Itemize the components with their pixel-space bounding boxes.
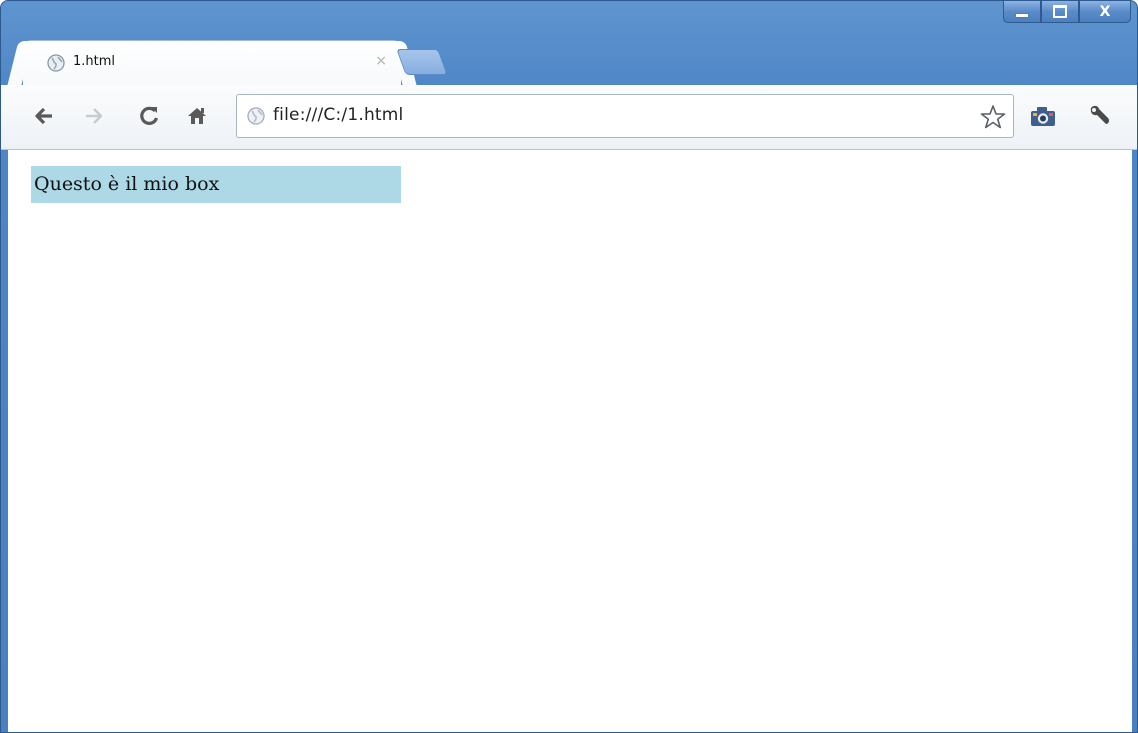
back-arrow-icon	[35, 107, 52, 125]
star-icon[interactable]	[979, 103, 1007, 131]
minimize-button[interactable]	[1003, 1, 1041, 23]
address-bar[interactable]: file:///C:/1.html	[236, 94, 1014, 138]
page-content: Questo è il mio box	[8, 150, 1132, 732]
extension-button[interactable]	[1026, 101, 1060, 131]
blue-box: Questo è il mio box	[31, 166, 401, 203]
camera-icon	[1031, 107, 1055, 126]
maximize-icon	[1053, 5, 1067, 18]
tab-1-html[interactable]: 1.html ×	[23, 41, 401, 85]
forward-arrow-icon	[86, 108, 103, 124]
window-controls: X	[1003, 1, 1131, 29]
wrench-menu-button[interactable]	[1085, 101, 1115, 131]
new-tab-button[interactable]	[396, 49, 448, 75]
home-button[interactable]	[182, 101, 212, 131]
reload-button[interactable]	[134, 101, 164, 131]
home-icon	[188, 108, 206, 124]
reload-icon	[140, 106, 159, 125]
tab-close-icon[interactable]: ×	[375, 53, 387, 69]
globe-icon	[247, 107, 265, 125]
back-button[interactable]	[29, 101, 59, 131]
wrench-icon	[1090, 105, 1110, 124]
close-window-button[interactable]: X	[1079, 1, 1131, 23]
address-url: file:///C:/1.html	[273, 105, 404, 125]
globe-icon	[47, 54, 65, 72]
tab-strip: 1.html ×	[1, 35, 1137, 85]
maximize-button[interactable]	[1041, 1, 1079, 23]
browser-window: X 1.html × file:///C:/1.html Questo è il…	[0, 0, 1138, 733]
minimize-icon	[1016, 13, 1028, 17]
tab-title: 1.html	[73, 54, 116, 69]
forward-button[interactable]	[79, 101, 109, 131]
close-icon: X	[1099, 3, 1111, 20]
toolbar: file:///C:/1.html	[1, 85, 1137, 150]
